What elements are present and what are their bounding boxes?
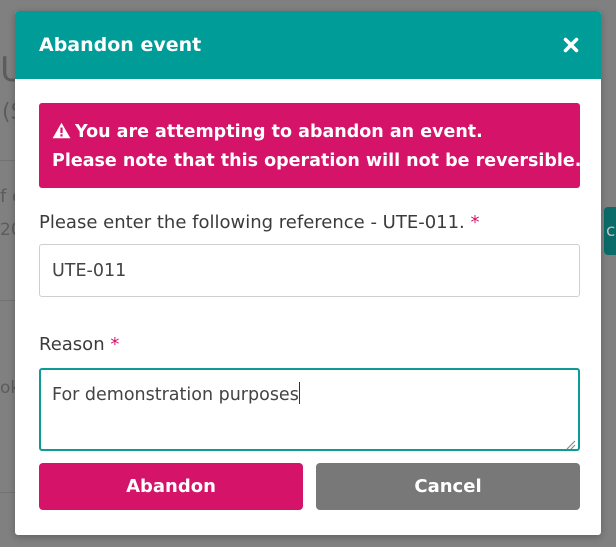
alert-text-line-1: You are attempting to abandon an event. bbox=[75, 122, 483, 142]
reason-label-text: Reason bbox=[39, 334, 105, 355]
background-action-button: co bbox=[604, 207, 616, 255]
warning-triangle-icon bbox=[52, 120, 71, 139]
resize-handle-icon[interactable] bbox=[564, 435, 576, 449]
required-marker: * bbox=[110, 334, 120, 355]
warning-alert: You are attempting to abandon an event. … bbox=[39, 103, 582, 188]
reference-field-label: Please enter the following reference - U… bbox=[39, 211, 480, 235]
reason-text: For demonstration purposes bbox=[52, 385, 299, 405]
reference-input[interactable] bbox=[39, 244, 580, 297]
dialog-header: Abandon event bbox=[15, 11, 601, 79]
dialog-title: Abandon event bbox=[39, 34, 202, 56]
required-marker: * bbox=[470, 212, 480, 233]
abandon-event-dialog: Abandon event You are attempting to aban… bbox=[15, 11, 601, 535]
alert-text-line-2: Please note that this operation will not… bbox=[52, 151, 582, 171]
cancel-button[interactable]: Cancel bbox=[316, 463, 580, 510]
text-caret bbox=[298, 382, 300, 404]
alert-line-1: You are attempting to abandon an event. bbox=[52, 118, 580, 147]
reference-label-text: Please enter the following reference - U… bbox=[39, 212, 465, 233]
abandon-button[interactable]: Abandon bbox=[39, 463, 303, 510]
reason-textarea[interactable]: For demonstration purposes bbox=[39, 368, 580, 451]
close-icon[interactable] bbox=[561, 35, 581, 55]
reason-field-label: Reason * bbox=[39, 333, 119, 357]
